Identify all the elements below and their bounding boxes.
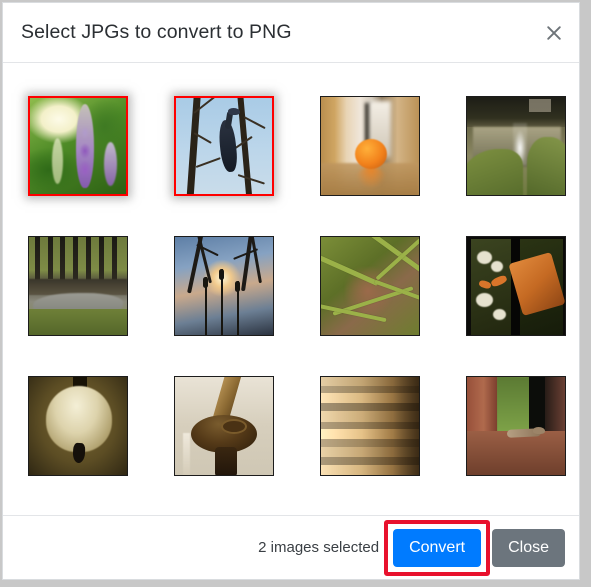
thumbnail-forest-pond[interactable] (28, 236, 128, 336)
thumbnail-cormorant-in-tree[interactable] (174, 96, 274, 196)
thumbnail-image (321, 237, 419, 335)
thumbnail-image (467, 377, 565, 475)
dialog-footer: 2 images selected Convert Close (3, 515, 579, 579)
convert-button[interactable]: Convert (393, 528, 482, 567)
thumbnail-image (175, 237, 273, 335)
selected-count-label: 2 images selected (258, 539, 380, 556)
thumbnail-purple-flower-spike[interactable] (28, 96, 128, 196)
thumbnail-grid (3, 77, 579, 476)
dialog-title: Select JPGs to convert to PNG (21, 21, 292, 43)
close-x-icon[interactable] (541, 20, 567, 46)
thumbnail-image (321, 97, 419, 195)
thumbnail-image (29, 377, 127, 475)
thumbnail-image (175, 377, 273, 475)
close-x-glyph (547, 25, 561, 40)
thumbnail-image (176, 98, 272, 194)
thumbnail-lizard-on-ledge[interactable] (466, 376, 566, 476)
thumbnail-image (467, 237, 565, 335)
dialog-header: Select JPGs to convert to PNG (3, 3, 579, 63)
thumbnail-banister-knob[interactable] (174, 376, 274, 476)
thumbnail-image (30, 98, 126, 194)
thumbnail-image (321, 377, 419, 475)
thumbnail-sunset-through-trees[interactable] (174, 236, 274, 336)
thumbnail-image (29, 237, 127, 335)
thumbnail-orange-on-table[interactable] (320, 96, 420, 196)
thumbnail-pendant-lamp[interactable] (28, 376, 128, 476)
thumbnail-salmon-plate[interactable] (466, 236, 566, 336)
thumbnail-image (467, 97, 565, 195)
thumbnail-stacked-books[interactable] (320, 376, 420, 476)
convert-button-wrapper: Convert (384, 519, 491, 576)
close-button[interactable]: Close (492, 528, 565, 567)
app-root: Select JPGs to convert to PNG 2 images s… (0, 0, 591, 587)
thumbnail-green-reeds[interactable] (320, 236, 420, 336)
dialog-body (3, 63, 579, 515)
thumbnail-pond-fountain[interactable] (466, 96, 566, 196)
select-images-dialog: Select JPGs to convert to PNG 2 images s… (2, 2, 580, 580)
